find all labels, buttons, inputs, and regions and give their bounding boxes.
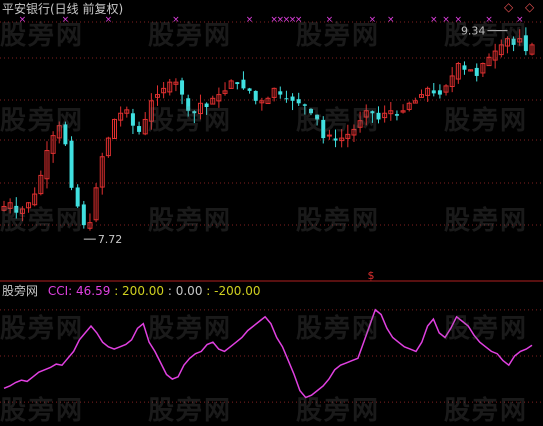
candle-body-down: [69, 140, 74, 188]
level-mid: : 0.00: [167, 284, 203, 298]
candle-body-down: [253, 90, 258, 101]
indicator-legend: 股旁网 CCI: 46.59 : 200.00 : 0.00 : -200.00: [2, 284, 260, 298]
candle-body-down: [192, 111, 197, 114]
signal-marker: ×: [62, 15, 70, 25]
grid-layer: [0, 21, 543, 403]
stock-chart-window: × × × × × × × × × × × × × × × × × × $ 7.72 9.34 平安银行(日线 前复权…: [0, 0, 543, 426]
signal-marker: ×: [172, 15, 180, 25]
signal-marker: ×: [105, 15, 113, 25]
candle-body-down: [278, 91, 283, 95]
candle-body-down: [130, 113, 135, 126]
level-low: : -200.00: [206, 284, 261, 298]
candle-body-down: [474, 67, 479, 76]
candle-body-down: [247, 88, 252, 91]
candle-body-down: [180, 80, 185, 95]
candle-body-down: [333, 138, 338, 141]
cci-line-series: [3, 308, 533, 399]
candle-body-down: [376, 112, 381, 120]
candle-body-down: [75, 187, 80, 207]
indicator-name: 股旁网: [2, 284, 39, 298]
candle-body-down: [235, 82, 240, 85]
chart-title: 平安银行(日线 前复权): [2, 2, 124, 16]
candle-body-up: [326, 134, 332, 137]
candle-body-down: [296, 99, 301, 104]
candle-body-down: [81, 204, 86, 226]
candle-body-down: [321, 119, 326, 139]
diamond-icon[interactable]: ◇: [525, 0, 534, 14]
candle-body-down: [394, 114, 399, 116]
signal-marker: ×: [430, 15, 438, 25]
low-annotation-label: 7.72: [98, 233, 123, 246]
candle-body-down: [315, 114, 320, 120]
chart-canvas[interactable]: × × × × × ××××× × × × × × × × ×$ 7.729.34: [0, 0, 543, 426]
candle-body-down: [302, 104, 307, 106]
candle-body-down: [308, 108, 313, 114]
signal-markers: × × × × × ××××× × × × × × × × ×$: [19, 15, 524, 282]
dollar-marker: $: [368, 269, 375, 282]
candle-body-down: [431, 90, 436, 94]
diamond-icon[interactable]: ◇: [504, 0, 513, 14]
signal-marker: ×: [19, 15, 27, 25]
signal-marker: ×: [387, 15, 395, 25]
candle-body-down: [14, 205, 19, 213]
signal-marker: ×: [295, 15, 303, 25]
candle-body-down: [437, 90, 442, 95]
candle-body-down: [137, 126, 142, 132]
cci-line: [3, 308, 533, 399]
candle-body-down: [186, 98, 191, 111]
signal-marker: ×: [369, 15, 377, 25]
candle-body-down: [523, 35, 528, 52]
signal-marker: ×: [442, 15, 450, 25]
price-annotations: 7.72 9.34: [83, 25, 508, 246]
cci-value: CCI: 46.59: [47, 284, 111, 298]
candle-body-down: [241, 79, 246, 89]
candle-body-down: [204, 103, 209, 108]
candle-body-down: [284, 98, 289, 100]
level-high: : 200.00: [114, 284, 165, 298]
signal-marker: ×: [516, 15, 524, 25]
candle-body-down: [511, 38, 516, 45]
high-annotation-label: 9.34: [461, 25, 486, 38]
candle-body-down: [290, 96, 295, 101]
candle-body-down: [63, 124, 68, 145]
signal-marker: ×: [455, 15, 463, 25]
signal-marker: ×: [246, 15, 254, 25]
signal-marker: ×: [326, 15, 334, 25]
signal-marker: ×: [485, 15, 493, 25]
candle-body-down: [462, 65, 467, 70]
candle-body-down: [370, 111, 375, 114]
